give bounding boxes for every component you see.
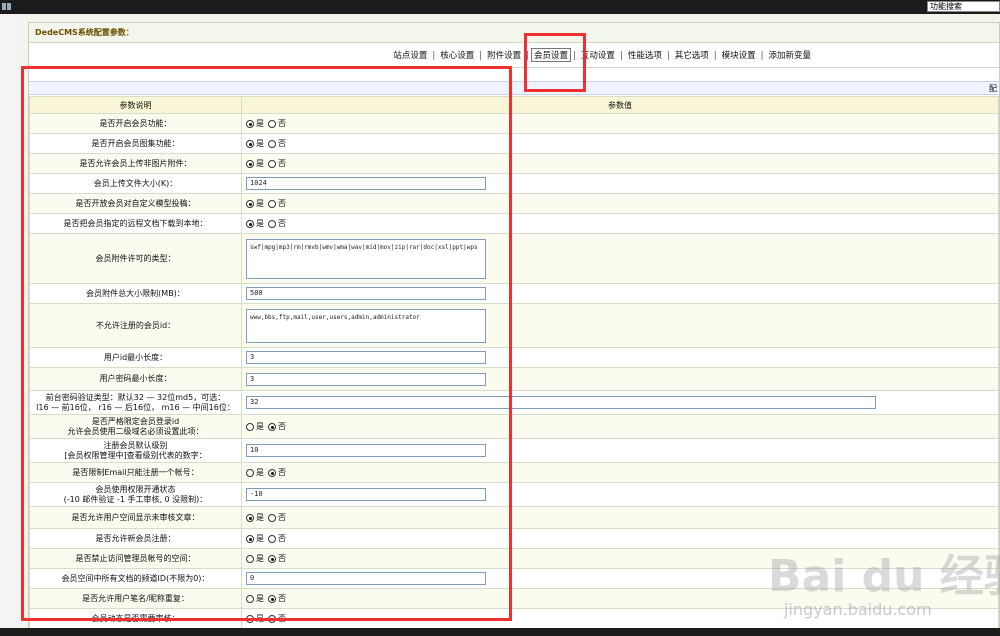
tab-separator: | <box>760 51 764 61</box>
watermark-url: jingyan.baidu.com <box>784 600 932 619</box>
tab-2[interactable]: 附件设置 <box>484 49 524 61</box>
top-bar: 功能搜索 <box>0 0 1000 14</box>
info-bar-text: 配 <box>989 84 997 93</box>
tab-6[interactable]: 其它选项 <box>672 49 712 61</box>
panel-title: DedeCMS系统配置参数： <box>29 23 999 43</box>
left-menu-edge <box>0 14 23 636</box>
highlight-tab-box <box>524 33 586 92</box>
tab-separator: | <box>619 51 623 61</box>
tab-5[interactable]: 性能选项 <box>625 49 665 61</box>
tab-1[interactable]: 核心设置 <box>437 49 477 61</box>
tab-separator: | <box>666 51 670 61</box>
highlight-settings-box <box>21 66 512 621</box>
menu-toggle-icon[interactable] <box>2 3 12 10</box>
function-search-input[interactable]: 功能搜索 <box>927 1 1000 12</box>
settings-tabs: 站点设置 | 核心设置 | 附件设置 | 会员设置 | 互动设置 | 性能选项 | 其它选项 | 模块设置 |… <box>29 48 999 62</box>
watermark-logo: Bai du 经验 <box>768 551 1000 602</box>
tab-separator: | <box>713 51 717 61</box>
tab-8[interactable]: 添加新变量 <box>765 49 814 61</box>
tab-7[interactable]: 模块设置 <box>719 49 759 61</box>
tab-separator: | <box>479 51 483 61</box>
tab-separator: | <box>432 51 436 61</box>
bottom-bar <box>0 628 1000 636</box>
tab-0[interactable]: 站点设置 <box>390 49 430 61</box>
